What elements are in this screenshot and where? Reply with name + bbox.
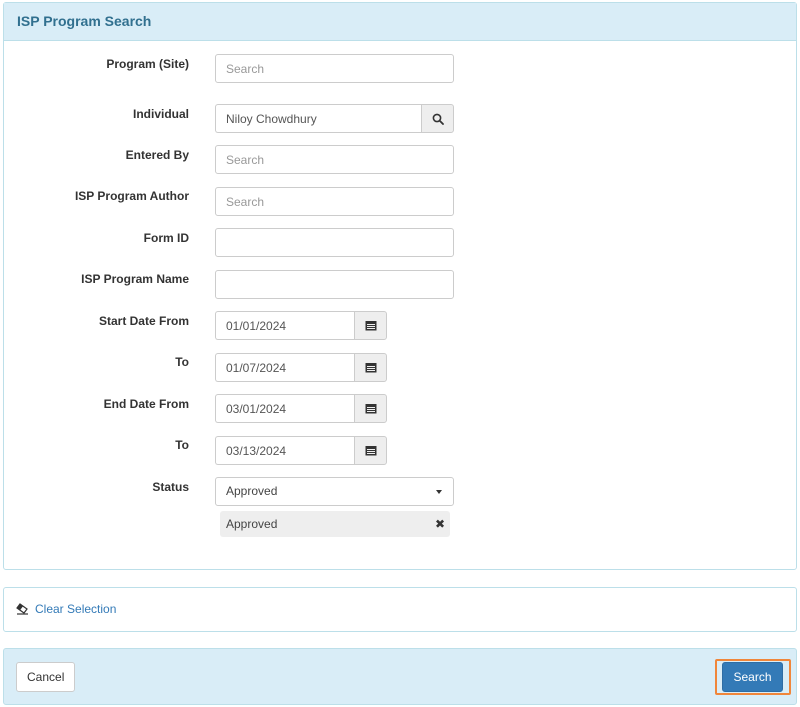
footer-actions-panel: Cancel Search	[3, 648, 797, 705]
end-to-group	[215, 436, 387, 465]
search-button-focus-ring: Search	[715, 659, 791, 695]
caret-down-icon	[436, 490, 442, 494]
entered-by-input[interactable]	[215, 145, 454, 174]
end-from-label: End Date From	[103, 397, 189, 411]
entered-by-label: Entered By	[125, 148, 189, 162]
eraser-icon	[16, 603, 28, 615]
end-from-calendar-button[interactable]	[354, 394, 387, 423]
isp-author-input[interactable]	[215, 187, 454, 216]
status-selected-value: Approved	[226, 484, 278, 498]
start-from-group	[215, 311, 387, 340]
calendar-icon	[365, 321, 376, 331]
program-site-input[interactable]	[215, 54, 454, 83]
start-from-label: Start Date From	[98, 314, 189, 328]
program-site-label: Program (Site)	[106, 57, 189, 71]
isp-name-label: ISP Program Name	[81, 272, 189, 286]
isp-author-label: ISP Program Author	[74, 189, 189, 203]
calendar-icon	[365, 363, 376, 373]
panel-title: ISP Program Search	[4, 3, 796, 41]
start-to-input[interactable]	[215, 353, 354, 382]
search-icon	[432, 113, 444, 125]
start-to-label: To	[175, 355, 189, 369]
search-button[interactable]: Search	[722, 662, 783, 692]
clear-selection-link[interactable]: Clear Selection	[16, 602, 116, 616]
status-select[interactable]: Approved	[215, 477, 454, 506]
individual-label: Individual	[132, 107, 189, 121]
start-from-input[interactable]	[215, 311, 354, 340]
end-to-label: To	[175, 438, 189, 452]
status-tag: Approved ✖	[220, 511, 450, 537]
form-id-input[interactable]	[215, 228, 454, 257]
isp-name-input[interactable]	[215, 270, 454, 299]
individual-input-group	[215, 104, 454, 133]
status-tag-label: Approved	[226, 517, 278, 531]
status-label: Status	[152, 480, 189, 494]
individual-search-button[interactable]	[421, 104, 454, 133]
clear-selection-label: Clear Selection	[35, 602, 117, 616]
start-to-calendar-button[interactable]	[354, 353, 387, 382]
calendar-icon	[365, 404, 376, 414]
form-id-label: Form ID	[143, 231, 189, 245]
end-to-calendar-button[interactable]	[354, 436, 387, 465]
isp-program-search-panel: ISP Program Search Program (Site) Indivi…	[3, 2, 797, 570]
end-from-input[interactable]	[215, 394, 354, 423]
end-from-group	[215, 394, 387, 423]
start-to-group	[215, 353, 387, 382]
start-from-calendar-button[interactable]	[354, 311, 387, 340]
individual-input[interactable]	[215, 104, 421, 133]
clear-selection-panel: Clear Selection	[3, 587, 797, 632]
calendar-icon	[365, 446, 376, 456]
end-to-input[interactable]	[215, 436, 354, 465]
cancel-button[interactable]: Cancel	[16, 662, 75, 692]
close-icon[interactable]: ✖	[435, 511, 445, 537]
